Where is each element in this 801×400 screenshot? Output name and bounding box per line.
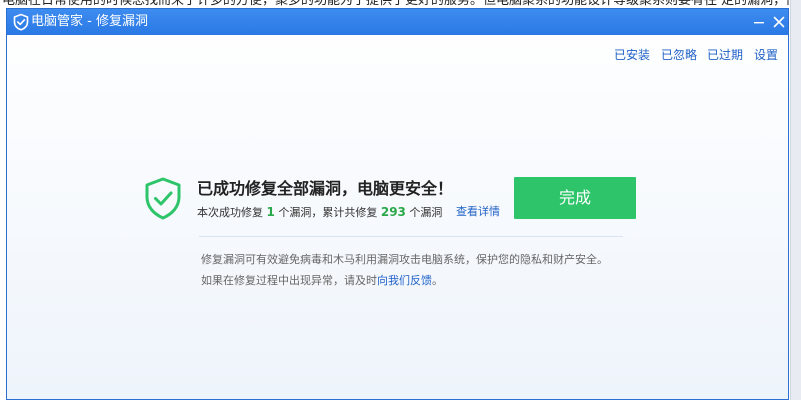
expired-link[interactable]: 已过期: [707, 47, 743, 63]
detail-prefix: 本次成功修复: [197, 206, 263, 219]
feedback-link[interactable]: 向我们反馈: [377, 274, 432, 287]
pc-manager-window: 电脑管家 - 修复漏洞 已安装 已忽略 已过期 设置 已成功修复全部漏洞，电脑更…: [6, 8, 789, 400]
shield-logo-icon: [13, 13, 29, 31]
detail-suffix: 个漏洞: [409, 206, 443, 219]
feedback-prefix: 如果在修复过程中出现异常，请及时: [201, 274, 377, 287]
ignored-link[interactable]: 已忽略: [661, 47, 697, 63]
result-title: 已成功修复全部漏洞，电脑更安全！: [197, 179, 454, 198]
done-button[interactable]: 完成: [514, 177, 636, 219]
view-details-link[interactable]: 查看详情: [456, 205, 500, 219]
settings-link[interactable]: 设置: [754, 47, 778, 63]
total-count: 293: [380, 205, 406, 219]
info-line-feedback: 如果在修复过程中出现异常，请及时向我们反馈。: [201, 274, 443, 288]
installed-link[interactable]: 已安装: [614, 47, 650, 63]
divider: [199, 236, 623, 237]
result-detail: 本次成功修复 1 个漏洞，累计共修复 293 个漏洞: [197, 205, 442, 220]
close-icon[interactable]: [770, 13, 788, 31]
info-line-protection: 修复漏洞可有效避免病毒和木马利用漏洞攻击电脑系统，保护您的隐私和财产安全。: [201, 253, 608, 266]
background-scrollbar[interactable]: [790, 0, 801, 400]
fixed-count: 1: [266, 205, 275, 219]
feedback-suffix: 。: [432, 274, 443, 287]
window-title: 电脑管家 - 修复漏洞: [31, 14, 148, 29]
shield-check-icon: [145, 177, 181, 220]
minimize-icon[interactable]: [750, 13, 768, 31]
detail-middle: 个漏洞，累计共修复: [278, 206, 378, 219]
titlebar: 电脑管家 - 修复漏洞: [7, 9, 788, 35]
